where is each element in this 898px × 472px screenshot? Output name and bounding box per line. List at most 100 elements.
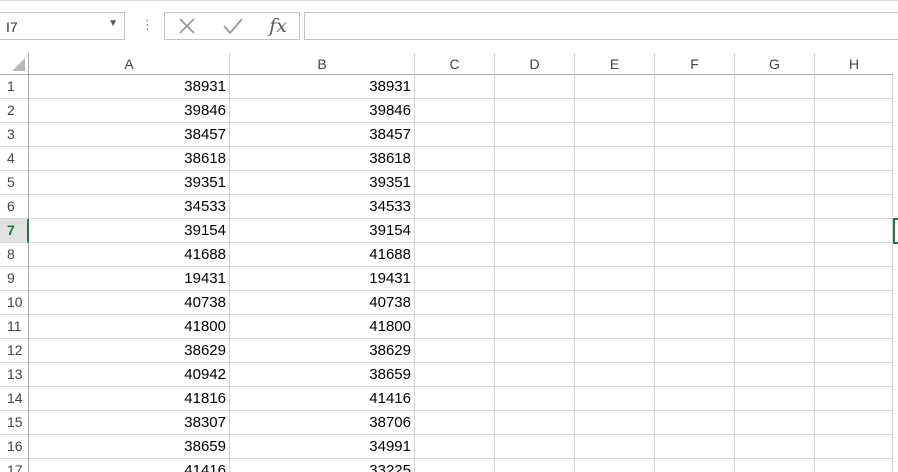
cell-b8[interactable]: 41688 [230, 243, 415, 267]
cell-b10[interactable]: 40738 [230, 291, 415, 315]
cell-a16[interactable]: 38659 [29, 435, 230, 459]
cell-b4[interactable]: 38618 [230, 147, 415, 171]
row-header-16[interactable]: 16 [0, 435, 29, 459]
cell-c1[interactable] [415, 75, 495, 99]
cell-e8[interactable] [575, 243, 655, 267]
cell-g9[interactable] [735, 267, 815, 291]
cell-a10[interactable]: 40738 [29, 291, 230, 315]
cell-g7[interactable] [735, 219, 815, 243]
cell-f6[interactable] [655, 195, 735, 219]
cell-c9[interactable] [415, 267, 495, 291]
cell-f10[interactable] [655, 291, 735, 315]
cell-d10[interactable] [495, 291, 575, 315]
cell-e11[interactable] [575, 315, 655, 339]
cell-g5[interactable] [735, 171, 815, 195]
cell-d9[interactable] [495, 267, 575, 291]
enter-button[interactable] [213, 13, 253, 39]
cell-g8[interactable] [735, 243, 815, 267]
column-header-e[interactable]: E [575, 53, 655, 75]
cell-h12[interactable] [815, 339, 893, 363]
cell-f13[interactable] [655, 363, 735, 387]
row-header-9[interactable]: 9 [0, 267, 29, 291]
cell-d8[interactable] [495, 243, 575, 267]
cell-g4[interactable] [735, 147, 815, 171]
cell-a9[interactable]: 19431 [29, 267, 230, 291]
cell-d3[interactable] [495, 123, 575, 147]
cell-e14[interactable] [575, 387, 655, 411]
cell-g2[interactable] [735, 99, 815, 123]
cell-a4[interactable]: 38618 [29, 147, 230, 171]
cell-b12[interactable]: 38629 [230, 339, 415, 363]
cell-c6[interactable] [415, 195, 495, 219]
cell-h2[interactable] [815, 99, 893, 123]
cell-h16[interactable] [815, 435, 893, 459]
cell-e4[interactable] [575, 147, 655, 171]
cell-b15[interactable]: 38706 [230, 411, 415, 435]
column-header-c[interactable]: C [415, 53, 495, 75]
cell-g10[interactable] [735, 291, 815, 315]
cell-h13[interactable] [815, 363, 893, 387]
cell-g12[interactable] [735, 339, 815, 363]
cell-c15[interactable] [415, 411, 495, 435]
cell-h1[interactable] [815, 75, 893, 99]
cancel-button[interactable] [167, 13, 207, 39]
cell-c7[interactable] [415, 219, 495, 243]
insert-function-button[interactable]: fx [258, 13, 298, 39]
cell-e12[interactable] [575, 339, 655, 363]
cell-b17[interactable]: 33225 [230, 459, 415, 472]
column-header-g[interactable]: G [735, 53, 815, 75]
row-header-17[interactable]: 17 [0, 459, 29, 472]
cell-h15[interactable] [815, 411, 893, 435]
cell-e1[interactable] [575, 75, 655, 99]
cell-h11[interactable] [815, 315, 893, 339]
cell-g13[interactable] [735, 363, 815, 387]
cell-d2[interactable] [495, 99, 575, 123]
cell-h7[interactable] [815, 219, 893, 243]
row-header-1[interactable]: 1 [0, 75, 29, 99]
cell-f17[interactable] [655, 459, 735, 472]
cell-c8[interactable] [415, 243, 495, 267]
cell-h17[interactable] [815, 459, 893, 472]
column-header-d[interactable]: D [495, 53, 575, 75]
cell-c11[interactable] [415, 315, 495, 339]
row-header-13[interactable]: 13 [0, 363, 29, 387]
cell-a15[interactable]: 38307 [29, 411, 230, 435]
cell-a17[interactable]: 41416 [29, 459, 230, 472]
vertical-dots-icon[interactable]: ⋮ [141, 15, 154, 35]
chevron-down-icon[interactable]: ▼ [108, 18, 118, 29]
cell-g11[interactable] [735, 315, 815, 339]
cell-a11[interactable]: 41800 [29, 315, 230, 339]
cell-c17[interactable] [415, 459, 495, 472]
row-header-7[interactable]: 7 [0, 219, 29, 243]
cell-c16[interactable] [415, 435, 495, 459]
cell-d15[interactable] [495, 411, 575, 435]
cell-b7[interactable]: 39154 [230, 219, 415, 243]
cell-a8[interactable]: 41688 [29, 243, 230, 267]
cell-b1[interactable]: 38931 [230, 75, 415, 99]
cell-b5[interactable]: 39351 [230, 171, 415, 195]
cell-d17[interactable] [495, 459, 575, 472]
cell-f5[interactable] [655, 171, 735, 195]
cell-f14[interactable] [655, 387, 735, 411]
cell-f2[interactable] [655, 99, 735, 123]
cell-b9[interactable]: 19431 [230, 267, 415, 291]
cell-a2[interactable]: 39846 [29, 99, 230, 123]
cell-g17[interactable] [735, 459, 815, 472]
cell-g16[interactable] [735, 435, 815, 459]
column-header-f[interactable]: F [655, 53, 735, 75]
cell-g1[interactable] [735, 75, 815, 99]
cell-d1[interactable] [495, 75, 575, 99]
cell-g15[interactable] [735, 411, 815, 435]
cell-a5[interactable]: 39351 [29, 171, 230, 195]
row-header-12[interactable]: 12 [0, 339, 29, 363]
cell-d13[interactable] [495, 363, 575, 387]
cell-f16[interactable] [655, 435, 735, 459]
cell-g3[interactable] [735, 123, 815, 147]
cell-e10[interactable] [575, 291, 655, 315]
column-header-h[interactable]: H [815, 53, 893, 75]
cell-a3[interactable]: 38457 [29, 123, 230, 147]
cell-a7[interactable]: 39154 [29, 219, 230, 243]
cell-f9[interactable] [655, 267, 735, 291]
cell-c10[interactable] [415, 291, 495, 315]
cell-f3[interactable] [655, 123, 735, 147]
